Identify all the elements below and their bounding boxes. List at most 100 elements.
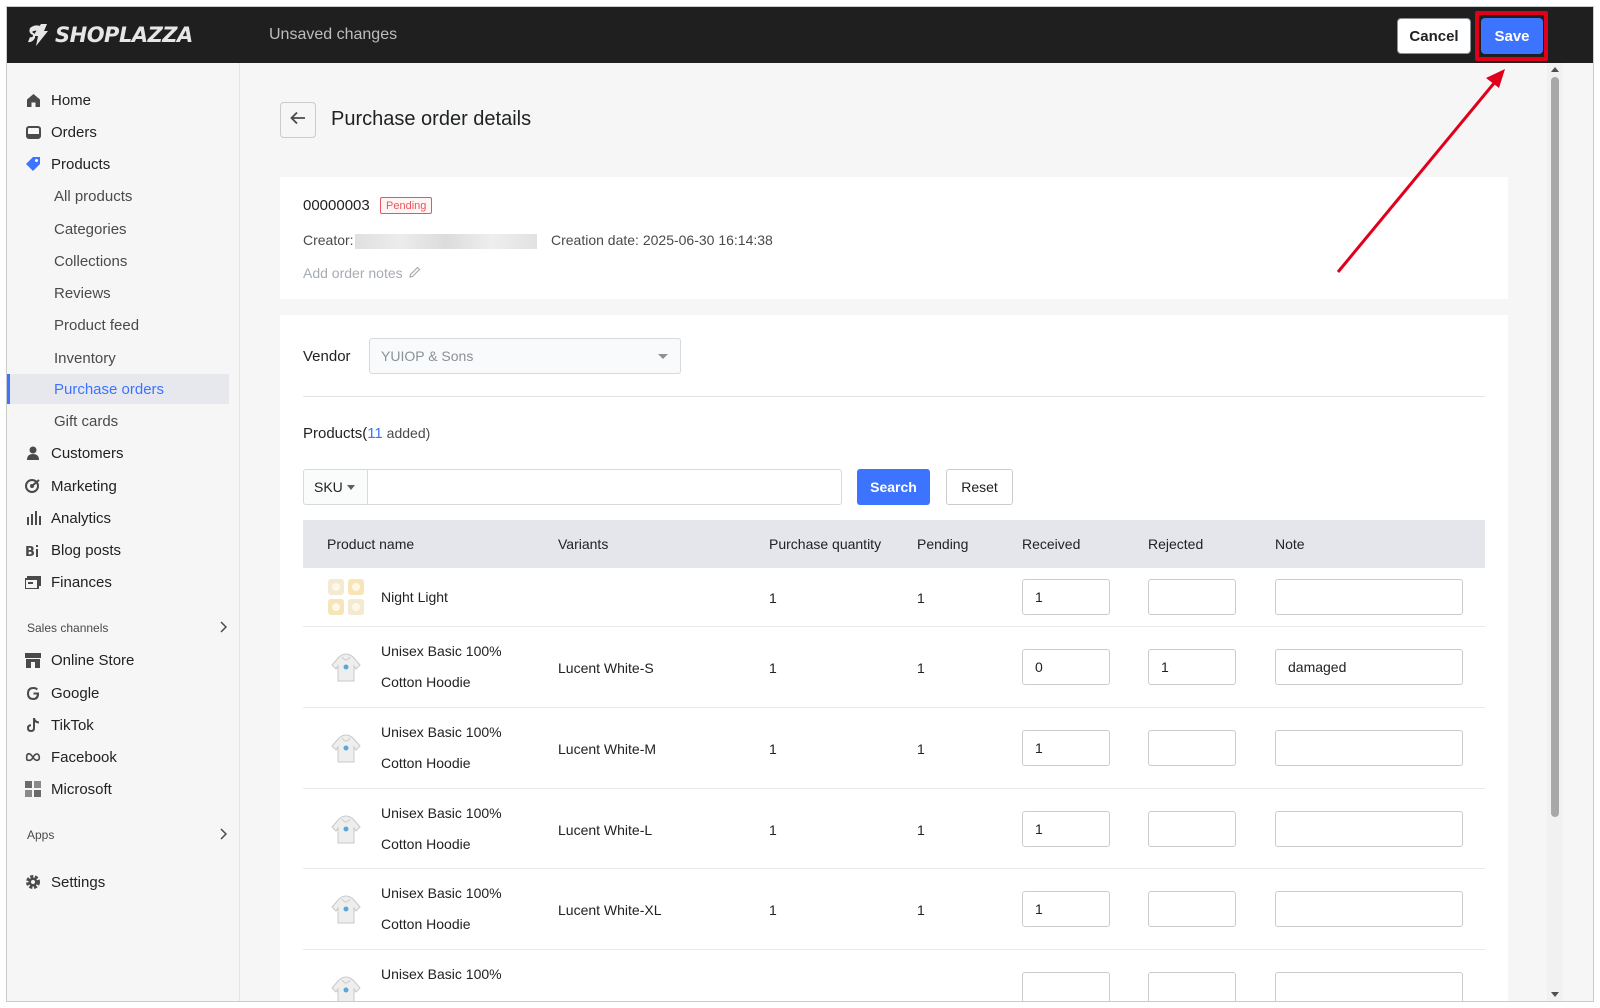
received-input[interactable]: 1: [1022, 579, 1110, 615]
vendor-label: Vendor: [303, 348, 351, 365]
sidebar-item-collections[interactable]: Collections: [7, 246, 229, 276]
sidebar-item-customers[interactable]: Customers: [7, 438, 229, 468]
reset-button[interactable]: Reset: [946, 469, 1013, 505]
shoplazza-logo[interactable]: SHOPLAZZA: [27, 21, 193, 49]
chevron-right-icon: [219, 620, 228, 636]
caret-down-icon: [347, 485, 355, 490]
pending-quantity: 1: [917, 660, 925, 676]
scroll-up-arrow-icon[interactable]: [1551, 67, 1559, 72]
meta-icon: [25, 749, 41, 765]
scroll-down-arrow-icon[interactable]: [1551, 992, 1559, 997]
received-input[interactable]: 1: [1022, 811, 1110, 847]
table-row: Night Light 1 1 1: [303, 568, 1485, 627]
sidebar: Home Orders Products All products Catego…: [7, 63, 240, 1001]
add-notes-label: Add order notes: [303, 265, 403, 281]
hoodie-thumbnail: [326, 728, 366, 768]
product-name-line2: Cotton Hoodie: [381, 755, 471, 771]
analytics-icon: [25, 510, 41, 526]
table-row: Unisex Basic 100%: [303, 950, 1485, 1001]
search-button[interactable]: Search: [857, 469, 930, 505]
caret-down-icon: [658, 354, 668, 359]
sidebar-item-blog-posts[interactable]: B Blog posts: [7, 535, 229, 565]
divider: [303, 396, 1485, 397]
google-icon: [25, 685, 41, 701]
sidebar-item-all-products[interactable]: All products: [7, 181, 229, 211]
note-input[interactable]: [1275, 579, 1463, 615]
sidebar-item-label: Analytics: [51, 509, 112, 527]
search-field-select[interactable]: SKU: [303, 469, 368, 505]
main-content: Purchase order details 00000003 Pending …: [241, 63, 1547, 1001]
product-name-line1: Unisex Basic 100%: [381, 966, 502, 982]
sidebar-item-label: Online Store: [51, 651, 135, 669]
top-bar: SHOPLAZZA Unsaved changes Cancel Save: [7, 7, 1593, 63]
table-row: Unisex Basic 100% Cotton Hoodie Lucent W…: [303, 708, 1485, 789]
back-button[interactable]: [280, 102, 316, 138]
vertical-scrollbar[interactable]: [1547, 63, 1563, 1001]
blog-icon: B: [25, 542, 41, 558]
product-name-line1: Unisex Basic 100%: [381, 805, 502, 821]
pending-quantity: 1: [917, 902, 925, 918]
rejected-input[interactable]: [1148, 972, 1236, 1001]
night-light-thumbnail: [326, 577, 366, 617]
sidebar-item-gift-cards[interactable]: Gift cards: [7, 406, 229, 436]
orders-icon: [25, 124, 41, 140]
pencil-icon: [408, 265, 421, 281]
sidebar-item-settings[interactable]: Settings: [7, 867, 229, 897]
sidebar-item-purchase-orders[interactable]: Purchase orders: [7, 374, 229, 404]
sidebar-item-categories[interactable]: Categories: [7, 214, 229, 244]
rejected-input[interactable]: [1148, 579, 1236, 615]
apps-header[interactable]: Apps: [27, 825, 228, 845]
sidebar-item-reviews[interactable]: Reviews: [7, 278, 229, 308]
sidebar-item-label: Customers: [51, 444, 124, 462]
sidebar-item-products[interactable]: Products: [7, 149, 229, 179]
note-input[interactable]: [1275, 972, 1463, 1001]
chevron-right-icon: [219, 827, 228, 843]
sidebar-item-label: Orders: [51, 123, 97, 141]
person-icon: [25, 445, 41, 461]
sidebar-item-product-feed[interactable]: Product feed: [7, 310, 229, 340]
sidebar-item-online-store[interactable]: Online Store: [7, 645, 229, 675]
received-input[interactable]: 1: [1022, 730, 1110, 766]
sidebar-item-finances[interactable]: Finances: [7, 567, 229, 597]
sidebar-item-inventory[interactable]: Inventory: [7, 343, 229, 373]
purchase-quantity: 1: [769, 741, 777, 757]
product-name-line2: Cotton Hoodie: [381, 916, 471, 932]
sidebar-item-home[interactable]: Home: [7, 85, 229, 115]
note-input[interactable]: damaged: [1275, 649, 1463, 685]
search-input[interactable]: [367, 469, 842, 505]
variant: Lucent White-S: [558, 660, 654, 676]
sidebar-item-orders[interactable]: Orders: [7, 117, 229, 147]
sidebar-item-analytics[interactable]: Analytics: [7, 503, 229, 533]
sidebar-item-marketing[interactable]: Marketing: [7, 471, 229, 501]
status-badge: Pending: [380, 197, 433, 214]
sidebar-item-label: Marketing: [51, 477, 117, 495]
hoodie-thumbnail: [326, 647, 366, 687]
scrollbar-thumb[interactable]: [1551, 77, 1559, 817]
sidebar-item-tiktok[interactable]: TikTok: [7, 710, 229, 740]
finances-icon: [25, 574, 41, 590]
creator-label: Creator:: [303, 232, 354, 248]
store-icon: [25, 652, 41, 668]
marketing-icon: [25, 478, 41, 494]
sidebar-item-facebook[interactable]: Facebook: [7, 742, 229, 772]
products-heading: Products(11 added): [303, 425, 430, 442]
cancel-button[interactable]: Cancel: [1397, 18, 1471, 54]
rejected-input[interactable]: 1: [1148, 649, 1236, 685]
add-order-notes-link[interactable]: Add order notes: [303, 265, 421, 281]
sidebar-item-google[interactable]: Google: [7, 678, 229, 708]
received-input[interactable]: 1: [1022, 891, 1110, 927]
received-input[interactable]: 0: [1022, 649, 1110, 685]
sales-channels-header[interactable]: Sales channels: [27, 618, 228, 638]
received-input[interactable]: [1022, 972, 1110, 1001]
pending-quantity: 1: [917, 590, 925, 606]
rejected-input[interactable]: [1148, 811, 1236, 847]
rejected-input[interactable]: [1148, 730, 1236, 766]
vendor-select[interactable]: YUIOP & Sons: [369, 338, 681, 374]
note-input[interactable]: [1275, 891, 1463, 927]
note-input[interactable]: [1275, 730, 1463, 766]
rejected-input[interactable]: [1148, 891, 1236, 927]
col-purchase-quantity: Purchase quantity: [769, 536, 882, 552]
save-button[interactable]: Save: [1481, 18, 1543, 54]
note-input[interactable]: [1275, 811, 1463, 847]
sidebar-item-microsoft[interactable]: Microsoft: [7, 774, 229, 804]
